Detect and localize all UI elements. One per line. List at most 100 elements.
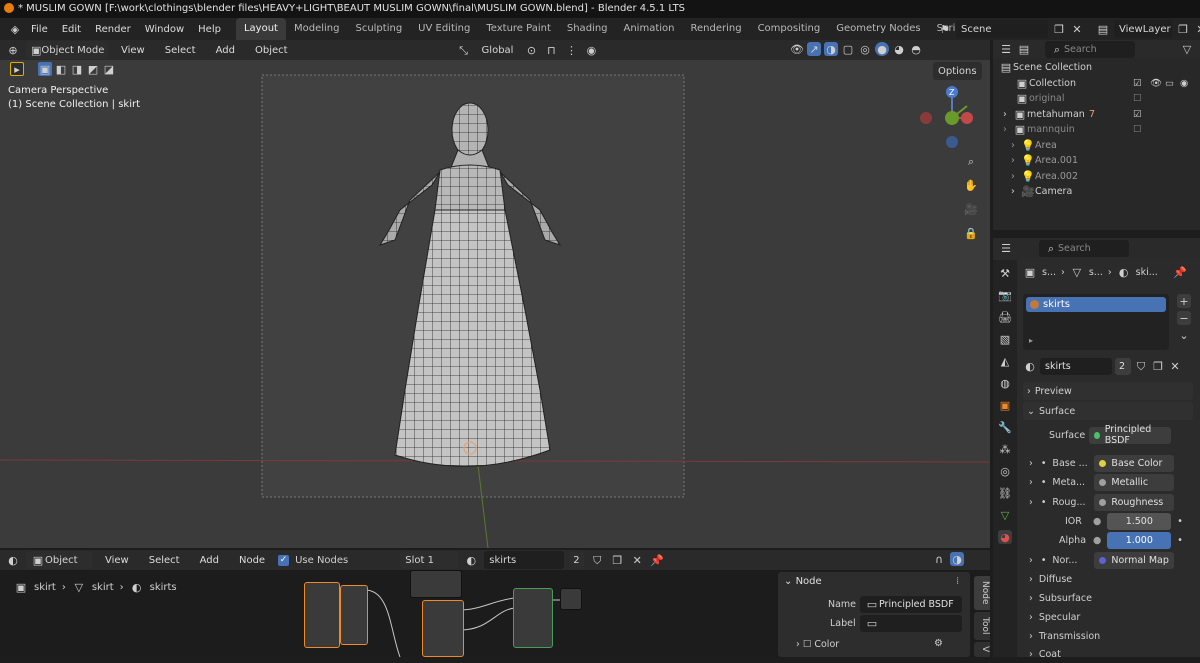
menu-file[interactable]: File [24, 24, 55, 35]
orientation-selector[interactable]: Global [477, 41, 519, 59]
pivot-icon[interactable]: ⊙ [524, 43, 538, 57]
node-overlay-icon[interactable]: ◑ [950, 552, 964, 566]
original-checkbox[interactable]: ☐ [1133, 93, 1142, 104]
node-menu-add[interactable]: Add [193, 555, 226, 566]
subsurface-subpanel[interactable]: › Subsurface [1029, 589, 1092, 607]
unlink-material-icon[interactable]: ✕ [1168, 359, 1182, 373]
overlay-icon[interactable]: ◑ [824, 42, 838, 56]
gizmo-toggle-icon[interactable]: ↗ [807, 42, 821, 56]
proportional-edit-icon[interactable]: ◉ [584, 43, 598, 57]
properties-search[interactable]: ⌕ Search [1039, 239, 1129, 257]
breadcrumb-material[interactable]: skirts [150, 582, 177, 593]
viewport-menu-object[interactable]: Object [248, 45, 295, 56]
panel-grip-icon[interactable]: ⁞ [956, 576, 959, 587]
tab-animation[interactable]: Animation [616, 18, 683, 40]
node-panel-header[interactable]: ⌄ Node [784, 576, 822, 587]
slot-specials-icon[interactable]: ⌄ [1177, 328, 1191, 342]
sidebar-tab-node[interactable]: Node [974, 576, 990, 610]
select-tool-icon[interactable]: ▸ [10, 62, 24, 76]
scene-tab-icon[interactable]: ◭ [998, 354, 1012, 368]
collection-checkbox[interactable]: ☑ [1133, 78, 1142, 89]
breadcrumb-object[interactable]: skirt [34, 582, 56, 593]
browse-material-icon[interactable]: ◐ [1023, 359, 1037, 373]
xray-icon[interactable]: ▢ [841, 42, 855, 56]
duplicate-material-icon[interactable]: ❐ [610, 553, 624, 567]
diffuse-subpanel[interactable]: › Diffuse [1029, 570, 1072, 588]
pan-hand-icon[interactable]: ✋ [962, 176, 980, 194]
constraints-tab-icon[interactable]: ⛓ [998, 486, 1012, 500]
viewport-menu-select[interactable]: Select [158, 45, 203, 56]
normal-row[interactable]: › • Nor... Normal Map [1029, 551, 1175, 569]
render-tab-icon[interactable]: 📷 [998, 288, 1012, 302]
menu-help[interactable]: Help [191, 24, 228, 35]
breadcrumb-mesh[interactable]: skirt [92, 582, 114, 593]
fake-user-icon[interactable]: ⛉ [590, 553, 604, 567]
shader-node-2[interactable] [340, 585, 368, 645]
props-breadcrumb-material[interactable]: ski... [1136, 267, 1158, 278]
mode-selector[interactable]: ▣ Object Mode [26, 41, 108, 59]
editor-type-icon[interactable]: ⊕ [6, 43, 20, 57]
menu-window[interactable]: Window [138, 24, 191, 35]
eye-icon[interactable]: 👁 [1150, 78, 1162, 89]
new-viewlayer-icon[interactable]: ❐ [1176, 22, 1190, 36]
pin-icon[interactable]: 📌 [1173, 265, 1187, 279]
outliner-row-camera[interactable]: › 🎥 Camera [993, 184, 1200, 199]
output-tab-icon[interactable]: 🖨 [998, 310, 1012, 324]
tool-tab-icon[interactable]: ⚒ [998, 266, 1012, 280]
pin-icon[interactable]: 📌 [650, 553, 664, 567]
principled-bsdf-node[interactable] [513, 588, 553, 648]
outliner-row-scene-collection[interactable]: ▤ Scene Collection [993, 60, 1200, 75]
sidebar-tab-view[interactable]: V [974, 642, 990, 657]
preview-panel-header[interactable]: › Preview [1023, 382, 1193, 400]
node-name-field[interactable]: ▭ Principled BSDF [860, 596, 962, 613]
shader-node-4[interactable] [422, 600, 464, 657]
outliner-row-area-002[interactable]: › 💡 Area.002 [993, 169, 1200, 184]
zoom-icon[interactable]: ⌕ [962, 152, 980, 170]
view-layer-tab-icon[interactable]: ▧ [998, 332, 1012, 346]
material-output-node[interactable] [560, 588, 582, 610]
duplicate-material-icon[interactable]: ❐ [1151, 359, 1165, 373]
node-material-name[interactable]: skirts [484, 551, 565, 569]
snap-target-icon[interactable]: ⋮ [564, 43, 578, 57]
options-button[interactable]: Options [933, 62, 982, 80]
tab-rendering[interactable]: Rendering [682, 18, 749, 40]
shader-node-1[interactable] [304, 582, 340, 648]
outliner-row-area[interactable]: › 💡 Area [993, 138, 1200, 153]
alpha-row[interactable]: Alpha ● 1.000 • [1059, 531, 1183, 549]
node-editor-type-icon[interactable]: ◐ [6, 553, 20, 567]
filter-icon[interactable]: ▽ [1180, 42, 1194, 56]
tab-layout[interactable]: Layout [235, 18, 286, 40]
outliner-editor-icon[interactable]: ☰ [999, 42, 1013, 56]
viewport-disable-icon[interactable]: ▭ [1165, 78, 1174, 89]
metahuman-checkbox[interactable]: ☑ [1133, 109, 1142, 120]
remove-slot-icon[interactable]: − [1177, 311, 1191, 325]
viewport-menu-add[interactable]: Add [209, 45, 242, 56]
surface-panel-header[interactable]: ⌄ Surface [1023, 402, 1193, 420]
select-subtract-icon[interactable]: ◨ [70, 62, 84, 76]
material-users-count[interactable]: 2 [1115, 357, 1131, 375]
sidebar-tab-tool[interactable]: Tool [974, 612, 990, 640]
tab-geometry-nodes[interactable]: Geometry Nodes [828, 18, 928, 40]
viewlayer-selector[interactable]: ViewLayer [1114, 20, 1172, 38]
outliner-row-original[interactable]: ▣ original ☐ [993, 91, 1200, 106]
tab-modeling[interactable]: Modeling [286, 18, 348, 40]
lock-camera-icon[interactable]: 🔒 [962, 224, 980, 242]
unlink-material-icon[interactable]: ✕ [630, 553, 644, 567]
props-breadcrumb-mesh[interactable]: s... [1089, 267, 1103, 278]
viewport-menu-view[interactable]: View [114, 45, 152, 56]
material-tab-icon[interactable]: ◕ [998, 530, 1012, 544]
snap-icon[interactable]: ⊓ [544, 43, 558, 57]
ior-field[interactable]: 1.500 [1107, 512, 1172, 530]
node-material-users[interactable]: 2 [570, 551, 585, 569]
viewlayer-icon[interactable]: ▤ [1096, 22, 1110, 36]
outliner-row-collection[interactable]: ▣ Collection ☑ 👁 ▭ ◉ [993, 76, 1200, 91]
coat-subpanel[interactable]: › Coat [1029, 645, 1061, 663]
object-tab-icon[interactable]: ▣ [998, 398, 1012, 412]
outliner-row-metahuman[interactable]: › ▣ metahuman 7 ☑ [993, 107, 1200, 122]
metallic-row[interactable]: › • Meta... Metallic [1029, 473, 1175, 491]
node-menu-node[interactable]: Node [232, 555, 272, 566]
alpha-field[interactable]: 1.000 [1107, 531, 1172, 549]
shader-node-3[interactable] [410, 570, 462, 598]
material-shading-icon[interactable]: ◕ [892, 42, 906, 56]
rendered-shading-icon[interactable]: ◓ [909, 42, 923, 56]
